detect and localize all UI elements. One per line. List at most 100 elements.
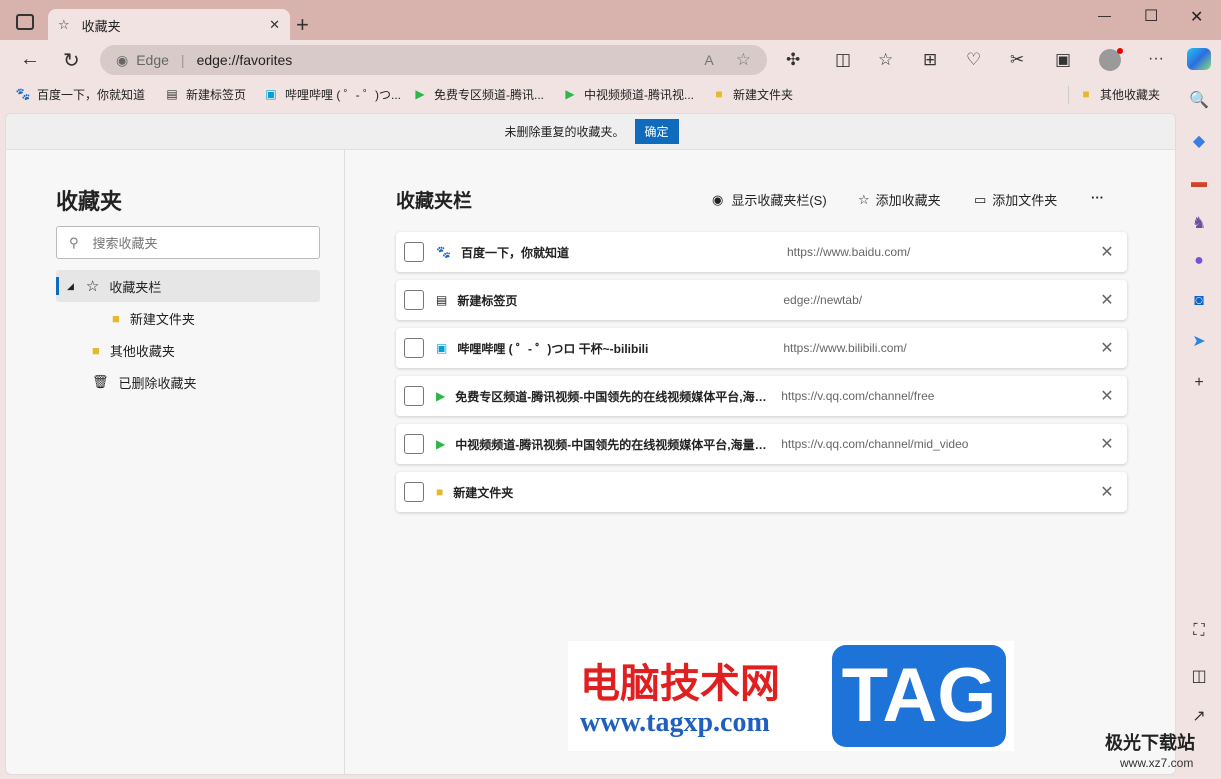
favorite-row[interactable]: ■ 新建文件夹 ✕ bbox=[396, 472, 1127, 512]
folder-icon: ■ bbox=[112, 310, 120, 326]
watermark-site: 极光下载站 bbox=[1105, 733, 1195, 753]
tab-favorites[interactable]: ☆ 收藏夹 ✕ bbox=[48, 9, 290, 41]
watermark-url: www.tagxp.com bbox=[580, 707, 770, 738]
bookmark-baidu[interactable]: 🐾 百度一下，你就知道 bbox=[15, 84, 146, 104]
favorite-star-icon[interactable]: ☆ bbox=[736, 50, 751, 70]
add-icon[interactable]: + bbox=[1187, 371, 1211, 395]
bookmark-tencent-mid[interactable]: ▶ 中视频频道-腾讯视... bbox=[562, 84, 694, 104]
expand-icon[interactable]: ◢ bbox=[67, 281, 74, 292]
delete-icon[interactable]: ✕ bbox=[1087, 386, 1127, 406]
favorites-list-icon[interactable]: ☆ bbox=[878, 50, 893, 70]
sidebar-toggle-icon[interactable]: ◫ bbox=[1187, 664, 1211, 688]
education-icon[interactable]: ▣ bbox=[1055, 50, 1071, 70]
add-favorite-button[interactable]: ☆ 添加收藏夹 bbox=[858, 190, 941, 209]
browser-essentials-icon[interactable]: ♡ bbox=[966, 50, 981, 70]
notice-bar: 未删除重复的收藏夹。 确定 bbox=[6, 114, 1175, 150]
tree-item-deleted[interactable]: 🗑 已删除收藏夹 bbox=[92, 366, 197, 398]
shopping-icon[interactable]: ◆ bbox=[1187, 129, 1211, 153]
eye-icon: ◉ bbox=[712, 191, 724, 207]
bookmark-bilibili[interactable]: ▣ 哔哩哔哩 ( ゜- ゜)つ... bbox=[263, 84, 401, 104]
add-star-icon: ☆ bbox=[858, 191, 870, 207]
bookmark-other-favorites[interactable]: ■ 其他收藏夹 bbox=[1078, 84, 1160, 104]
confirm-button[interactable]: 确定 bbox=[634, 119, 679, 144]
tree-item-new-folder[interactable]: ■ 新建文件夹 bbox=[112, 302, 195, 334]
new-tab-button[interactable]: + bbox=[296, 12, 309, 38]
tree-label: 其他收藏夹 bbox=[109, 343, 175, 359]
bookmark-label: 新建标签页 bbox=[186, 87, 247, 102]
close-window-button[interactable]: ✕ bbox=[1190, 7, 1203, 27]
delete-icon[interactable]: ✕ bbox=[1087, 482, 1127, 502]
delete-icon[interactable]: ✕ bbox=[1087, 290, 1127, 310]
tree-item-favorites-bar[interactable]: ◢ ☆ 收藏夹栏 bbox=[56, 270, 320, 302]
bookmark-label: 百度一下，你就知道 bbox=[37, 87, 146, 102]
row-checkbox[interactable] bbox=[404, 434, 424, 454]
more-menu-icon[interactable]: ··· bbox=[1148, 50, 1164, 68]
row-title: 中视频频道-腾讯视频-中国领先的在线视频媒体平台,海量高清视频在线观看 bbox=[455, 437, 773, 452]
send-icon[interactable]: ➤ bbox=[1187, 329, 1211, 353]
favorite-row[interactable]: ▣ 哔哩哔哩 ( ゜- ゜)つロ 干杯~-bilibili https://www.… bbox=[396, 328, 1127, 368]
favorite-row[interactable]: ▶ 免费专区频道-腾讯视频-中国领先的在线视频媒体平台,海量高清视频在线观看 htt… bbox=[396, 376, 1127, 416]
site-brand: Edge bbox=[136, 52, 169, 68]
split-screen-icon[interactable]: ◫ bbox=[835, 50, 851, 70]
search-icon[interactable]: 🔍 bbox=[1187, 88, 1211, 112]
bookmark-tencent-free[interactable]: ▶ 免费专区频道-腾讯... bbox=[412, 84, 544, 104]
folder-icon: ■ bbox=[92, 342, 100, 358]
tencent-video-icon: ▶ bbox=[436, 437, 446, 451]
favorite-row[interactable]: ▤ 新建标签页 edge://newtab/ ✕ bbox=[396, 280, 1127, 320]
row-url: https://www.bilibili.com/ bbox=[783, 341, 907, 355]
bookmark-newtab[interactable]: ▤ 新建标签页 bbox=[164, 84, 246, 104]
action-label: 添加收藏夹 bbox=[875, 193, 941, 208]
bookmark-label: 新建文件夹 bbox=[733, 87, 794, 102]
favorite-row[interactable]: ▶ 中视频频道-腾讯视频-中国领先的在线视频媒体平台,海量高清视频在线观看 http… bbox=[396, 424, 1127, 464]
open-external-icon[interactable]: ↗ bbox=[1187, 704, 1211, 728]
add-folder-button[interactable]: ▭ 添加文件夹 bbox=[974, 190, 1057, 209]
newtab-icon: ▤ bbox=[436, 293, 448, 307]
close-tab-icon[interactable]: ✕ bbox=[269, 17, 280, 33]
section-title: 收藏夹栏 bbox=[396, 191, 473, 212]
row-checkbox[interactable] bbox=[404, 386, 424, 406]
row-checkbox[interactable] bbox=[404, 290, 424, 310]
tools-icon[interactable]: ▬ bbox=[1187, 171, 1211, 195]
folder-icon: ■ bbox=[436, 485, 444, 499]
delete-icon[interactable]: ✕ bbox=[1087, 338, 1127, 358]
extensions-icon[interactable]: ✣ bbox=[786, 50, 800, 70]
watermark-site-url: www.xz7.com bbox=[1120, 756, 1194, 770]
copilot-icon[interactable] bbox=[1187, 48, 1211, 70]
row-url: https://www.baidu.com/ bbox=[786, 245, 911, 259]
bilibili-icon: ▣ bbox=[265, 87, 277, 101]
row-checkbox[interactable] bbox=[404, 482, 424, 502]
search-input[interactable]: ⚲ 搜索收藏夹 bbox=[56, 226, 320, 259]
address-bar[interactable]: ◉ Edge | edge://favorites A ☆ bbox=[100, 45, 767, 75]
delete-icon[interactable]: ✕ bbox=[1087, 434, 1127, 454]
notice-text: 未删除重复的收藏夹。 bbox=[504, 125, 625, 139]
refresh-icon[interactable]: ↻ bbox=[63, 48, 80, 73]
row-url: https://v.qq.com/channel/mid_video bbox=[781, 437, 969, 451]
folder-icon: ■ bbox=[715, 87, 723, 101]
minimize-button[interactable]: — bbox=[1098, 8, 1111, 23]
outlook-icon[interactable]: ◙ bbox=[1187, 289, 1211, 313]
favorite-row[interactable]: 🐾 百度一下，你就知道 https://www.baidu.com/ ✕ bbox=[396, 232, 1127, 272]
tree-item-other-favorites[interactable]: ■ 其他收藏夹 bbox=[92, 334, 175, 366]
screenshot-icon[interactable]: ⛶ bbox=[1187, 619, 1211, 643]
games-icon[interactable]: ♞ bbox=[1187, 211, 1211, 235]
row-title: 新建标签页 bbox=[457, 293, 518, 308]
microsoft365-icon[interactable]: ● bbox=[1187, 249, 1211, 273]
maximize-button[interactable]: ☐ bbox=[1144, 6, 1158, 26]
star-icon: ☆ bbox=[85, 278, 100, 295]
collections-icon[interactable]: ⊞ bbox=[923, 50, 937, 70]
tab-actions-icon[interactable] bbox=[16, 14, 34, 30]
row-checkbox[interactable] bbox=[404, 338, 424, 358]
show-favorites-bar-button[interactable]: ◉ 显示收藏夹栏(S) bbox=[712, 190, 827, 209]
favorites-icon: ☆ bbox=[58, 17, 70, 32]
bookmark-label: 其他收藏夹 bbox=[1100, 87, 1161, 102]
bookmark-label: 免费专区频道-腾讯... bbox=[434, 87, 544, 102]
url-text[interactable]: edge://favorites bbox=[197, 52, 293, 68]
row-checkbox[interactable] bbox=[404, 242, 424, 262]
read-aloud-icon[interactable]: A bbox=[704, 52, 713, 68]
screenshot-icon[interactable]: ✂ bbox=[1010, 50, 1024, 70]
tree-label: 收藏夹栏 bbox=[109, 279, 162, 295]
more-options-button[interactable]: ··· bbox=[1091, 190, 1104, 205]
back-icon[interactable]: ← bbox=[20, 48, 40, 71]
bookmark-new-folder[interactable]: ■ 新建文件夹 bbox=[711, 84, 793, 104]
delete-icon[interactable]: ✕ bbox=[1087, 242, 1127, 262]
